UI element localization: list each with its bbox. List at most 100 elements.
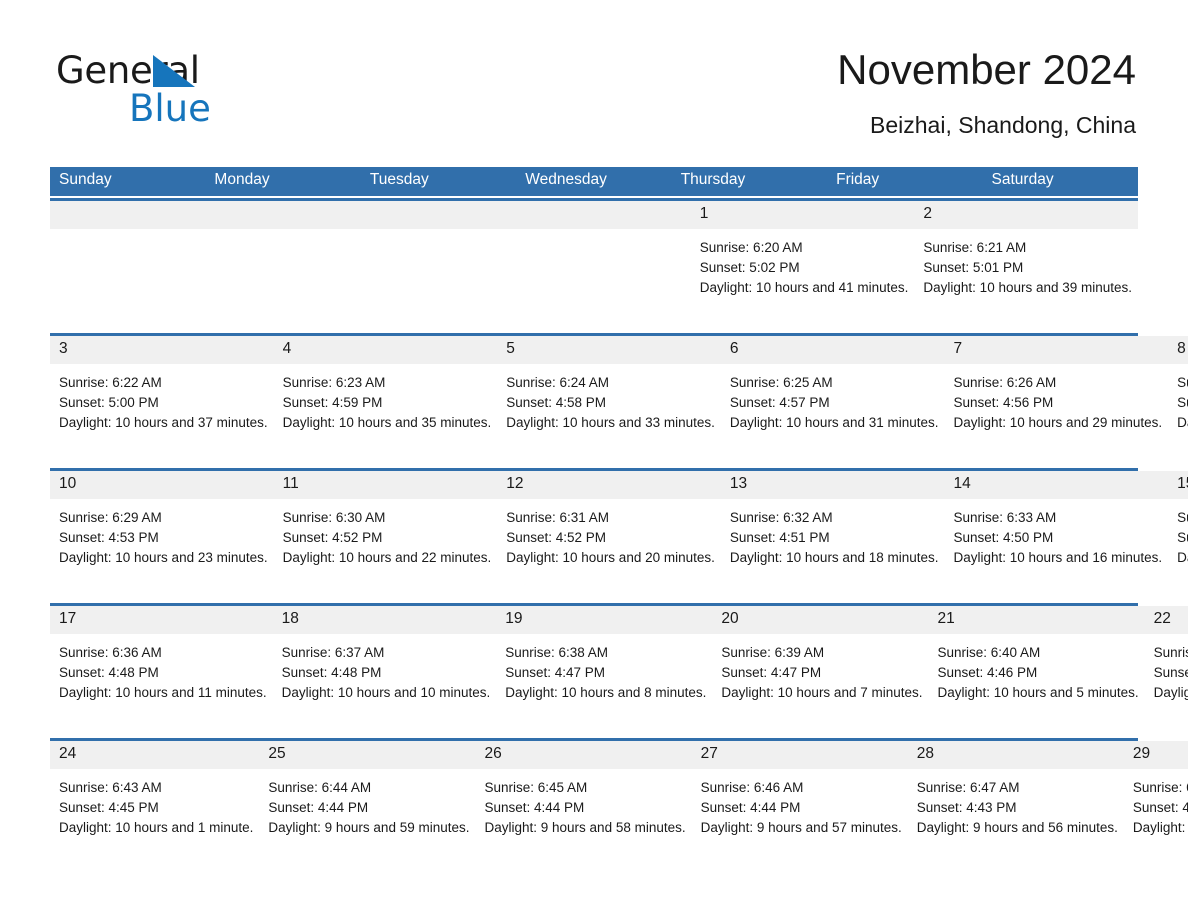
- page-title: November 2024: [837, 46, 1136, 93]
- day-number: 13: [720, 471, 945, 500]
- daylight-duration: Daylight: 10 hours and 33 minutes.: [506, 414, 715, 430]
- daylight-duration: Daylight: 10 hours and 15 minutes.: [1177, 549, 1188, 565]
- calendar-day-cell[interactable]: 4 Sunrise: 6:23 AM Sunset: 4:59 PM Daylight…: [273, 336, 498, 462]
- location-subtitle: Beizhai, Shandong, China: [870, 112, 1136, 139]
- sunset-time: Sunset: 4:59 PM: [282, 395, 383, 410]
- calendar-day-cell[interactable]: 21 Sunrise: 6:40 AM Sunset: 4:46 PM Dayligh…: [928, 606, 1145, 732]
- calendar-day-cell[interactable]: 10 Sunrise: 6:29 AM Sunset: 4:53 PM Dayligh…: [50, 471, 274, 597]
- sunrise-time: Sunrise: 6:25 AM: [729, 375, 833, 391]
- daylight-duration: Daylight: 10 hours and 31 minutes.: [729, 414, 939, 430]
- calendar-day-cell[interactable]: 15 Sunrise: 6:34 AM Sunset: 4:50 PM Dayligh…: [1168, 471, 1188, 597]
- calendar-day-cell[interactable]: 28 Sunrise: 6:47 AM Sunset: 4:43 PM Dayligh…: [907, 741, 1124, 867]
- day-details: Sunrise: 6:48 AM Sunset: 4:43 PM Daylight:…: [1124, 769, 1188, 837]
- daylight-duration: Daylight: 10 hours and 5 minutes.: [937, 684, 1139, 700]
- sunset-time: Sunset: 4:50 PM: [953, 530, 1054, 545]
- day-number: 10: [50, 471, 274, 500]
- calendar-day-cell[interactable]: 13 Sunrise: 6:32 AM Sunset: 4:51 PM Dayligh…: [720, 471, 945, 597]
- sunset-time: Sunset: 4:47 PM: [721, 665, 822, 680]
- sunrise-time: Sunrise: 6:31 AM: [506, 510, 610, 526]
- day-number: 14: [944, 471, 1169, 500]
- daylight-duration: Daylight: 10 hours and 10 minutes.: [281, 684, 491, 700]
- calendar-day-cell[interactable]: 20 Sunrise: 6:39 AM Sunset: 4:47 PM Dayligh…: [712, 606, 929, 732]
- daylight-duration: Daylight: 10 hours and 27 minutes.: [1177, 414, 1188, 430]
- sunset-time: Sunset: 5:01 PM: [923, 260, 1024, 275]
- calendar-week-row: 1 Sunrise: 6:20 AM Sunset: 5:02 PM Daylight…: [50, 198, 1139, 327]
- calendar-day-cell[interactable]: 18 Sunrise: 6:37 AM Sunset: 4:48 PM Dayligh…: [272, 606, 497, 732]
- sunset-time: Sunset: 4:48 PM: [281, 665, 382, 680]
- calendar-day-cell[interactable]: 7 Sunrise: 6:26 AM Sunset: 4:56 PM Daylight…: [944, 336, 1169, 462]
- day-details: Sunrise: 6:46 AM Sunset: 4:44 PM Daylight:…: [692, 769, 908, 837]
- day-number: 28: [907, 741, 1124, 770]
- calendar-day-cell[interactable]: 11 Sunrise: 6:30 AM Sunset: 4:52 PM Dayligh…: [273, 471, 498, 597]
- calendar-day-cell[interactable]: 25 Sunrise: 6:44 AM Sunset: 4:44 PM Dayligh…: [259, 741, 476, 867]
- day-details: Sunrise: 6:34 AM Sunset: 4:50 PM Daylight:…: [1168, 499, 1188, 567]
- generalblue-logo[interactable]: General Blue: [56, 44, 316, 130]
- day-details: Sunrise: 6:33 AM Sunset: 4:50 PM Daylight:…: [945, 499, 1169, 567]
- day-number: 21: [928, 606, 1145, 635]
- calendar-day-cell[interactable]: 1 Sunrise: 6:20 AM Sunset: 5:02 PM Daylight…: [690, 201, 915, 327]
- daylight-duration: Daylight: 9 hours and 57 minutes.: [700, 819, 902, 835]
- daylight-duration: Daylight: 10 hours and 29 minutes.: [953, 414, 1163, 430]
- calendar-day-cell[interactable]: 8 Sunrise: 6:27 AM Sunset: 4:55 PM Daylight…: [1168, 336, 1188, 462]
- calendar-week-row: 10 Sunrise: 6:29 AM Sunset: 4:53 PM Dayligh…: [50, 468, 1188, 597]
- calendar-day-cell[interactable]: 26 Sunrise: 6:45 AM Sunset: 4:44 PM Dayligh…: [475, 741, 692, 867]
- calendar-day-cell[interactable]: 19 Sunrise: 6:38 AM Sunset: 4:47 PM Dayligh…: [496, 606, 713, 732]
- calendar-day-cell[interactable]: 22 Sunrise: 6:41 AM Sunset: 4:46 PM Dayligh…: [1144, 606, 1188, 732]
- sunset-time: Sunset: 4:58 PM: [506, 395, 607, 410]
- sunrise-time: Sunrise: 6:26 AM: [953, 375, 1057, 391]
- calendar-day-cell-empty: [306, 201, 435, 327]
- sunset-time: Sunset: 4:48 PM: [59, 665, 159, 680]
- calendar-day-cell[interactable]: 17 Sunrise: 6:36 AM Sunset: 4:48 PM Dayligh…: [50, 606, 273, 732]
- sunset-time: Sunset: 4:53 PM: [59, 530, 159, 545]
- calendar-day-cell-empty: [434, 201, 563, 327]
- daylight-duration: Daylight: 10 hours and 20 minutes.: [506, 549, 715, 565]
- sunset-time: Sunset: 4:44 PM: [700, 800, 801, 815]
- day-number: 24: [50, 741, 260, 770]
- sunrise-time: Sunrise: 6:32 AM: [729, 510, 833, 526]
- weekday-header-wednesday: Wednesday: [525, 171, 607, 189]
- sunset-time: Sunset: 4:56 PM: [953, 395, 1054, 410]
- sunset-time: Sunset: 4:55 PM: [1177, 395, 1188, 410]
- calendar-day-cell[interactable]: 3 Sunrise: 6:22 AM Sunset: 5:00 PM Daylight…: [50, 336, 274, 462]
- calendar-day-cell[interactable]: 24 Sunrise: 6:43 AM Sunset: 4:45 PM Dayligh…: [50, 741, 260, 867]
- calendar-day-cell-empty: [562, 201, 691, 327]
- day-details: Sunrise: 6:38 AM Sunset: 4:47 PM Daylight:…: [496, 634, 712, 702]
- daylight-duration: Daylight: 10 hours and 8 minutes.: [505, 684, 707, 700]
- calendar-day-cell[interactable]: 5 Sunrise: 6:24 AM Sunset: 4:58 PM Daylight…: [497, 336, 721, 462]
- calendar-day-cell[interactable]: 27 Sunrise: 6:46 AM Sunset: 4:44 PM Dayligh…: [691, 741, 908, 867]
- day-number: 25: [259, 741, 476, 770]
- sunrise-time: Sunrise: 6:47 AM: [916, 780, 1020, 796]
- day-details: Sunrise: 6:47 AM Sunset: 4:43 PM Daylight:…: [908, 769, 1124, 837]
- sunset-time: Sunset: 4:44 PM: [268, 800, 369, 815]
- sunrise-time: Sunrise: 6:34 AM: [1177, 510, 1188, 526]
- sunrise-time: Sunrise: 6:39 AM: [721, 645, 825, 661]
- sunrise-time: Sunrise: 6:23 AM: [282, 375, 386, 391]
- calendar-day-cell[interactable]: 29 Sunrise: 6:48 AM Sunset: 4:43 PM Dayligh…: [1123, 741, 1188, 867]
- sunset-time: Sunset: 4:52 PM: [282, 530, 383, 545]
- day-number: 15: [1168, 471, 1188, 500]
- sunrise-time: Sunrise: 6:30 AM: [282, 510, 386, 526]
- day-number: [50, 201, 179, 230]
- day-number: 29: [1123, 741, 1188, 770]
- calendar-week-row: 24 Sunrise: 6:43 AM Sunset: 4:45 PM Dayligh…: [50, 738, 1188, 867]
- daylight-duration: Daylight: 10 hours and 23 minutes.: [59, 549, 268, 565]
- daylight-duration: Daylight: 10 hours and 11 minutes.: [59, 684, 267, 700]
- day-number: 1: [690, 201, 915, 230]
- calendar-grid: Sunday Monday Tuesday Wednesday Thursday Frid…: [50, 167, 1188, 867]
- sunset-time: Sunset: 4:43 PM: [1132, 800, 1188, 815]
- day-number: 5: [497, 336, 721, 365]
- daylight-duration: Daylight: 10 hours and 18 minutes.: [729, 549, 939, 565]
- sunrise-time: Sunrise: 6:48 AM: [1132, 780, 1188, 796]
- day-number: [562, 201, 691, 230]
- calendar-day-cell[interactable]: 6 Sunrise: 6:25 AM Sunset: 4:57 PM Daylight…: [720, 336, 945, 462]
- calendar-day-cell[interactable]: 14 Sunrise: 6:33 AM Sunset: 4:50 PM Dayligh…: [944, 471, 1169, 597]
- day-details: Sunrise: 6:27 AM Sunset: 4:55 PM Daylight:…: [1168, 364, 1188, 432]
- day-details: Sunrise: 6:37 AM Sunset: 4:48 PM Daylight:…: [273, 634, 497, 702]
- day-details: Sunrise: 6:21 AM Sunset: 5:01 PM Daylight:…: [914, 229, 1138, 297]
- sunset-time: Sunset: 4:44 PM: [484, 800, 585, 815]
- calendar-day-cell[interactable]: 2 Sunrise: 6:21 AM Sunset: 5:01 PM Daylight…: [914, 201, 1139, 327]
- day-details: Sunrise: 6:25 AM Sunset: 4:57 PM Daylight:…: [721, 364, 945, 432]
- day-details: Sunrise: 6:31 AM Sunset: 4:52 PM Daylight:…: [497, 499, 721, 567]
- calendar-day-cell[interactable]: 12 Sunrise: 6:31 AM Sunset: 4:52 PM Dayligh…: [497, 471, 721, 597]
- day-number: 19: [496, 606, 713, 635]
